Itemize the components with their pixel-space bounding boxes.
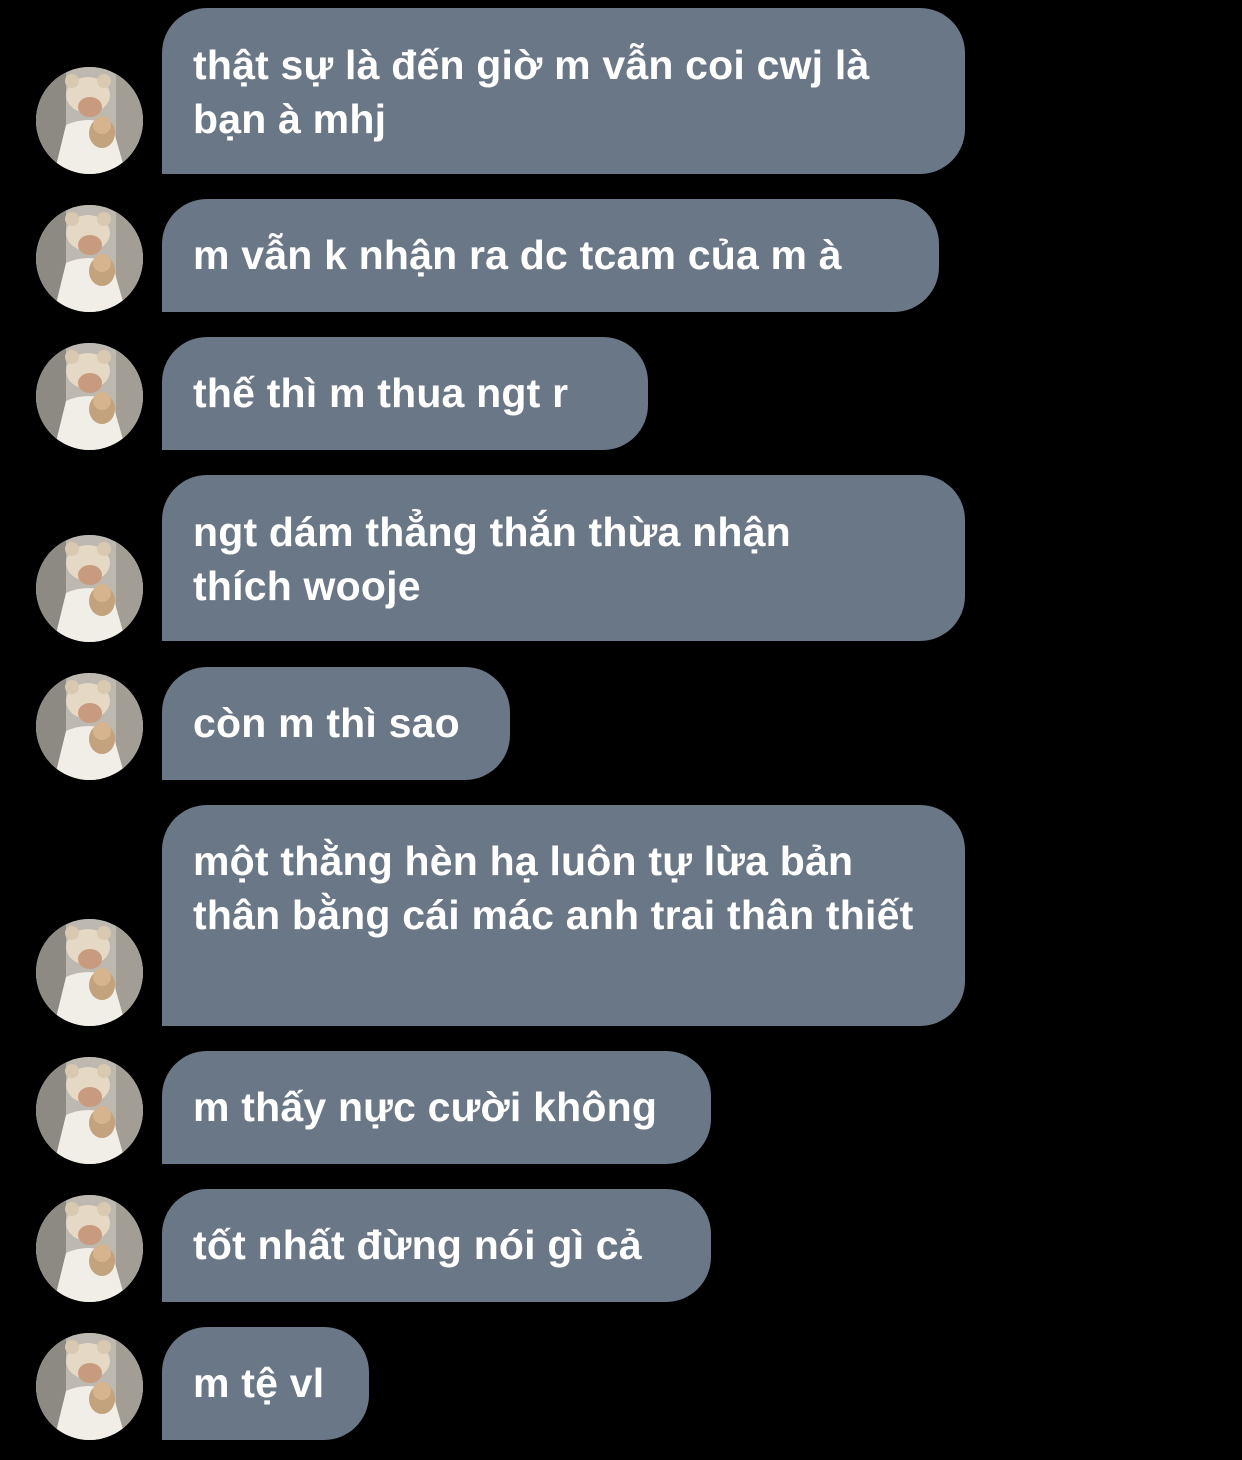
- message-bubble[interactable]: m thấy nực cười không: [162, 1051, 711, 1164]
- profile-photo-icon: [36, 919, 143, 1026]
- avatar[interactable]: [36, 673, 143, 780]
- profile-photo-icon: [36, 205, 143, 312]
- avatar[interactable]: [36, 1057, 143, 1164]
- avatar[interactable]: [36, 1333, 143, 1440]
- message-bubble[interactable]: một thằng hèn hạ luôn tự lừa bản thân bằ…: [162, 805, 965, 1026]
- avatar[interactable]: [36, 535, 143, 642]
- message-bubble[interactable]: m vẫn k nhận ra dc tcam của m à: [162, 199, 939, 312]
- avatar[interactable]: [36, 343, 143, 450]
- profile-photo-icon: [36, 673, 143, 780]
- avatar[interactable]: [36, 919, 143, 1026]
- message-bubble[interactable]: thật sự là đến giờ m vẫn coi cwj là bạn …: [162, 8, 965, 174]
- message-bubble[interactable]: m tệ vl: [162, 1327, 369, 1440]
- message-bubble[interactable]: tốt nhất đừng nói gì cả: [162, 1189, 711, 1302]
- profile-photo-icon: [36, 535, 143, 642]
- chat-thread: thật sự là đến giờ m vẫn coi cwj là bạn …: [0, 0, 1242, 1460]
- profile-photo-icon: [36, 67, 143, 174]
- message-bubble[interactable]: ngt dám thẳng thắn thừa nhận thích wooje: [162, 475, 965, 641]
- avatar[interactable]: [36, 67, 143, 174]
- profile-photo-icon: [36, 343, 143, 450]
- avatar[interactable]: [36, 205, 143, 312]
- message-bubble[interactable]: còn m thì sao: [162, 667, 510, 780]
- message-bubble[interactable]: thế thì m thua ngt r: [162, 337, 648, 450]
- avatar[interactable]: [36, 1195, 143, 1302]
- profile-photo-icon: [36, 1333, 143, 1440]
- profile-photo-icon: [36, 1195, 143, 1302]
- profile-photo-icon: [36, 1057, 143, 1164]
